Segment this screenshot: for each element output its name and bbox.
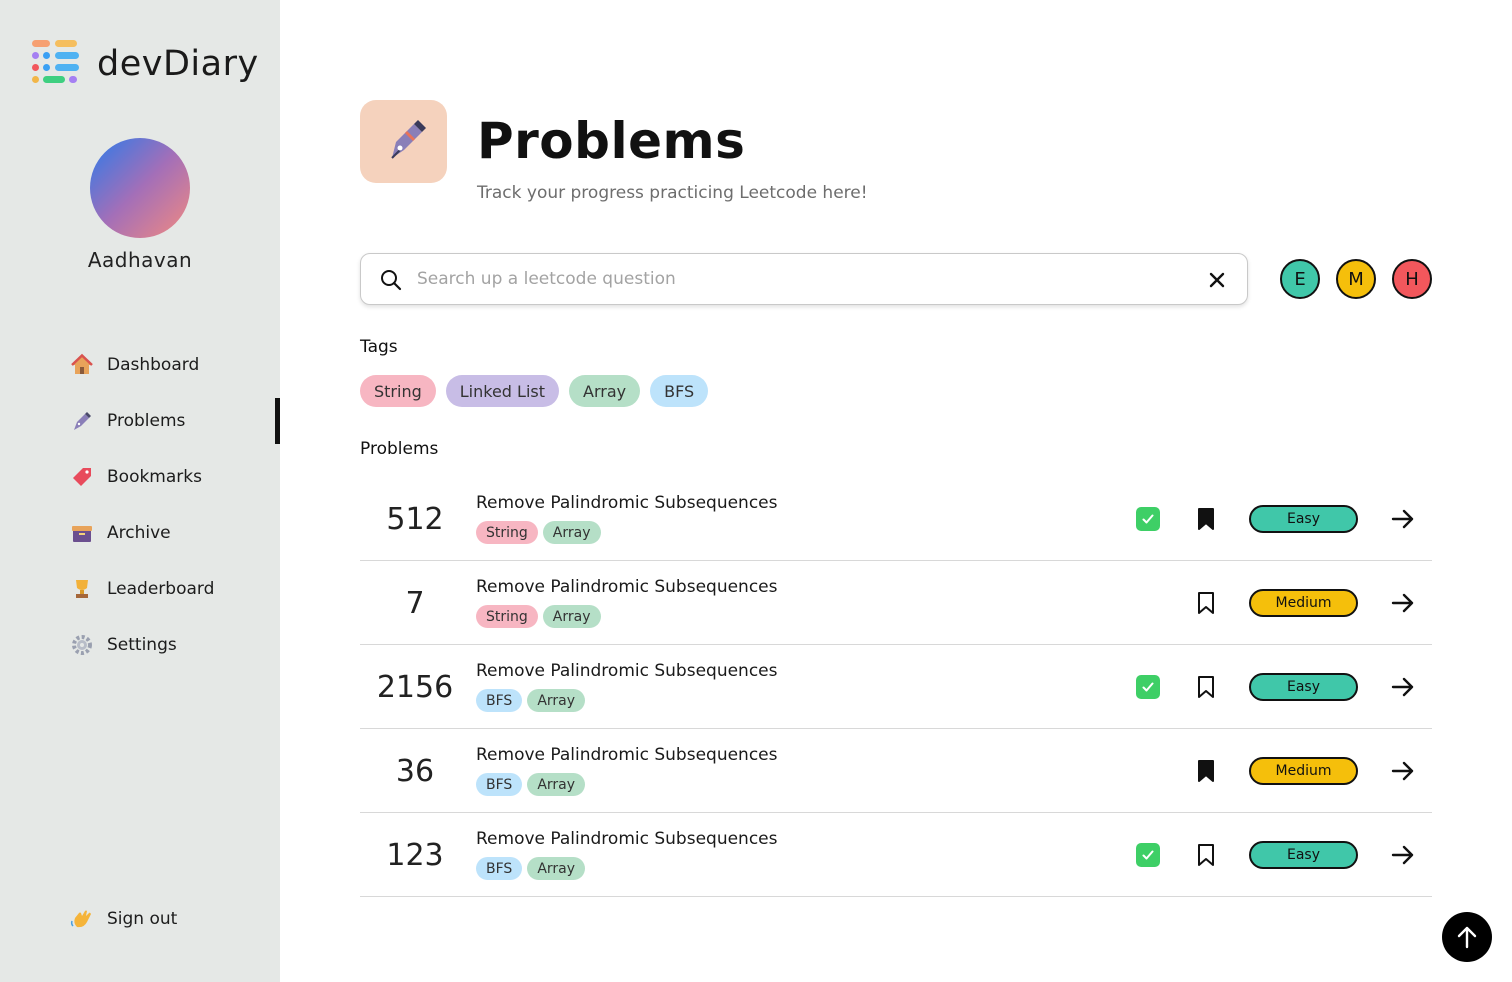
problem-number: 2156 <box>376 670 454 705</box>
problem-row[interactable]: 2156 Remove Palindromic Subsequences BFS… <box>360 645 1432 729</box>
search-bar <box>360 253 1248 305</box>
search-icon <box>381 270 402 291</box>
sign-out-button[interactable]: Sign out <box>70 905 177 933</box>
sidebar-item-label: Settings <box>107 635 177 655</box>
problem-title[interactable]: Remove Palindromic Subsequences <box>476 493 778 513</box>
difficulty-badge: Medium <box>1249 589 1358 617</box>
arrow-up-icon <box>1457 926 1477 949</box>
page-icon <box>360 100 447 183</box>
problem-tags: BFS Array <box>476 773 586 796</box>
sidebar-item-label: Leaderboard <box>107 579 215 599</box>
filter-medium-button[interactable]: M <box>1336 259 1376 299</box>
archive-box-icon <box>70 521 94 545</box>
tag-linked-list[interactable]: Linked List <box>445 375 559 407</box>
bookmark-icon[interactable] <box>1194 590 1218 616</box>
sidebar-item-problems[interactable]: Problems <box>70 407 185 435</box>
difficulty-badge: Easy <box>1249 673 1358 701</box>
bookmark-filled-icon[interactable] <box>1194 506 1218 532</box>
tags-heading: Tags <box>360 337 398 357</box>
sidebar-item-bookmarks[interactable]: Bookmarks <box>70 463 202 491</box>
problem-tag[interactable]: Array <box>542 521 601 544</box>
waving-hand-icon <box>70 907 94 931</box>
difficulty-badge: Easy <box>1249 505 1358 533</box>
sidebar-item-dashboard[interactable]: Dashboard <box>70 351 199 379</box>
gear-icon <box>70 633 94 657</box>
problem-tag[interactable]: Array <box>527 773 586 796</box>
bookmark-filled-icon[interactable] <box>1194 758 1218 784</box>
tag-array[interactable]: Array <box>569 375 641 407</box>
arrow-right-icon[interactable] <box>1389 505 1417 533</box>
problem-tag[interactable]: Array <box>542 605 601 628</box>
sidebar-item-label: Archive <box>107 523 171 543</box>
arrow-right-icon[interactable] <box>1389 589 1417 617</box>
problem-title[interactable]: Remove Palindromic Subsequences <box>476 577 778 597</box>
sign-out-label: Sign out <box>107 909 178 929</box>
sidebar-item-leaderboard[interactable]: Leaderboard <box>70 575 214 603</box>
problem-title[interactable]: Remove Palindromic Subsequences <box>476 661 778 681</box>
difficulty-badge: Easy <box>1249 841 1358 869</box>
problem-tag[interactable]: Array <box>527 857 586 880</box>
sidebar: devDiary Aadhavan Dashboard Problems Boo… <box>0 0 280 982</box>
problem-tag[interactable]: BFS <box>476 773 523 796</box>
problem-row[interactable]: 36 Remove Palindromic Subsequences BFS Ar… <box>360 729 1432 813</box>
sidebar-item-label: Bookmarks <box>107 467 202 487</box>
problem-tags: BFS Array <box>476 857 586 880</box>
problems-heading: Problems <box>360 439 439 459</box>
problem-number: 512 <box>386 502 444 537</box>
sidebar-item-label: Dashboard <box>107 355 200 375</box>
problem-title[interactable]: Remove Palindromic Subsequences <box>476 829 778 849</box>
close-icon[interactable] <box>1205 268 1229 292</box>
logo-icon <box>30 38 80 90</box>
problem-title[interactable]: Remove Palindromic Subsequences <box>476 745 778 765</box>
problem-number: 123 <box>386 838 444 873</box>
problem-tag[interactable]: BFS <box>476 689 523 712</box>
problem-number: 7 <box>405 586 425 621</box>
problem-tags: String Array <box>476 521 601 544</box>
tag-bfs[interactable]: BFS <box>650 375 709 407</box>
arrow-right-icon[interactable] <box>1389 841 1417 869</box>
trophy-icon <box>70 577 94 601</box>
problem-tag[interactable]: BFS <box>476 857 523 880</box>
bookmark-icon[interactable] <box>1194 842 1218 868</box>
filter-hard-button[interactable]: H <box>1392 259 1432 299</box>
app-name: devDiary <box>97 44 259 84</box>
scroll-top-button[interactable] <box>1442 912 1492 962</box>
username: Aadhavan <box>87 248 193 272</box>
arrow-right-icon[interactable] <box>1389 757 1417 785</box>
completed-check-icon[interactable] <box>1136 675 1160 699</box>
pen-icon <box>70 409 94 433</box>
problem-row[interactable]: 512 Remove Palindromic Subsequences Stri… <box>360 477 1432 561</box>
arrow-right-icon[interactable] <box>1389 673 1417 701</box>
problem-tag[interactable]: String <box>476 605 538 628</box>
sidebar-item-label: Problems <box>107 411 186 431</box>
sidebar-item-settings[interactable]: Settings <box>70 631 177 659</box>
problem-row[interactable]: 7 Remove Palindromic Subsequences String… <box>360 561 1432 645</box>
search-input[interactable] <box>417 264 1187 294</box>
active-nav-indicator <box>275 398 280 444</box>
filter-easy-button[interactable]: E <box>1280 259 1320 299</box>
tag-list: String Linked List Array BFS <box>360 375 709 407</box>
bookmark-tag-icon <box>70 465 94 489</box>
page-title: Problems <box>477 112 746 170</box>
difficulty-badge: Medium <box>1249 757 1358 785</box>
problem-tag[interactable]: Array <box>527 689 586 712</box>
problem-tags: String Array <box>476 605 601 628</box>
page-subtitle: Track your progress practicing Leetcode … <box>477 183 868 203</box>
sidebar-item-archive[interactable]: Archive <box>70 519 171 547</box>
problem-list: 512 Remove Palindromic Subsequences Stri… <box>360 477 1432 897</box>
completed-check-icon[interactable] <box>1136 507 1160 531</box>
problem-tag[interactable]: String <box>476 521 538 544</box>
avatar[interactable] <box>90 138 190 238</box>
completed-check-icon[interactable] <box>1136 843 1160 867</box>
tag-string[interactable]: String <box>360 375 436 407</box>
problem-tags: BFS Array <box>476 689 586 712</box>
bookmark-icon[interactable] <box>1194 674 1218 700</box>
problem-row[interactable]: 123 Remove Palindromic Subsequences BFS A… <box>360 813 1432 897</box>
app-logo[interactable] <box>30 38 80 90</box>
fountain-pen-icon <box>390 119 426 159</box>
problem-number: 36 <box>395 754 435 789</box>
house-icon <box>70 353 94 377</box>
